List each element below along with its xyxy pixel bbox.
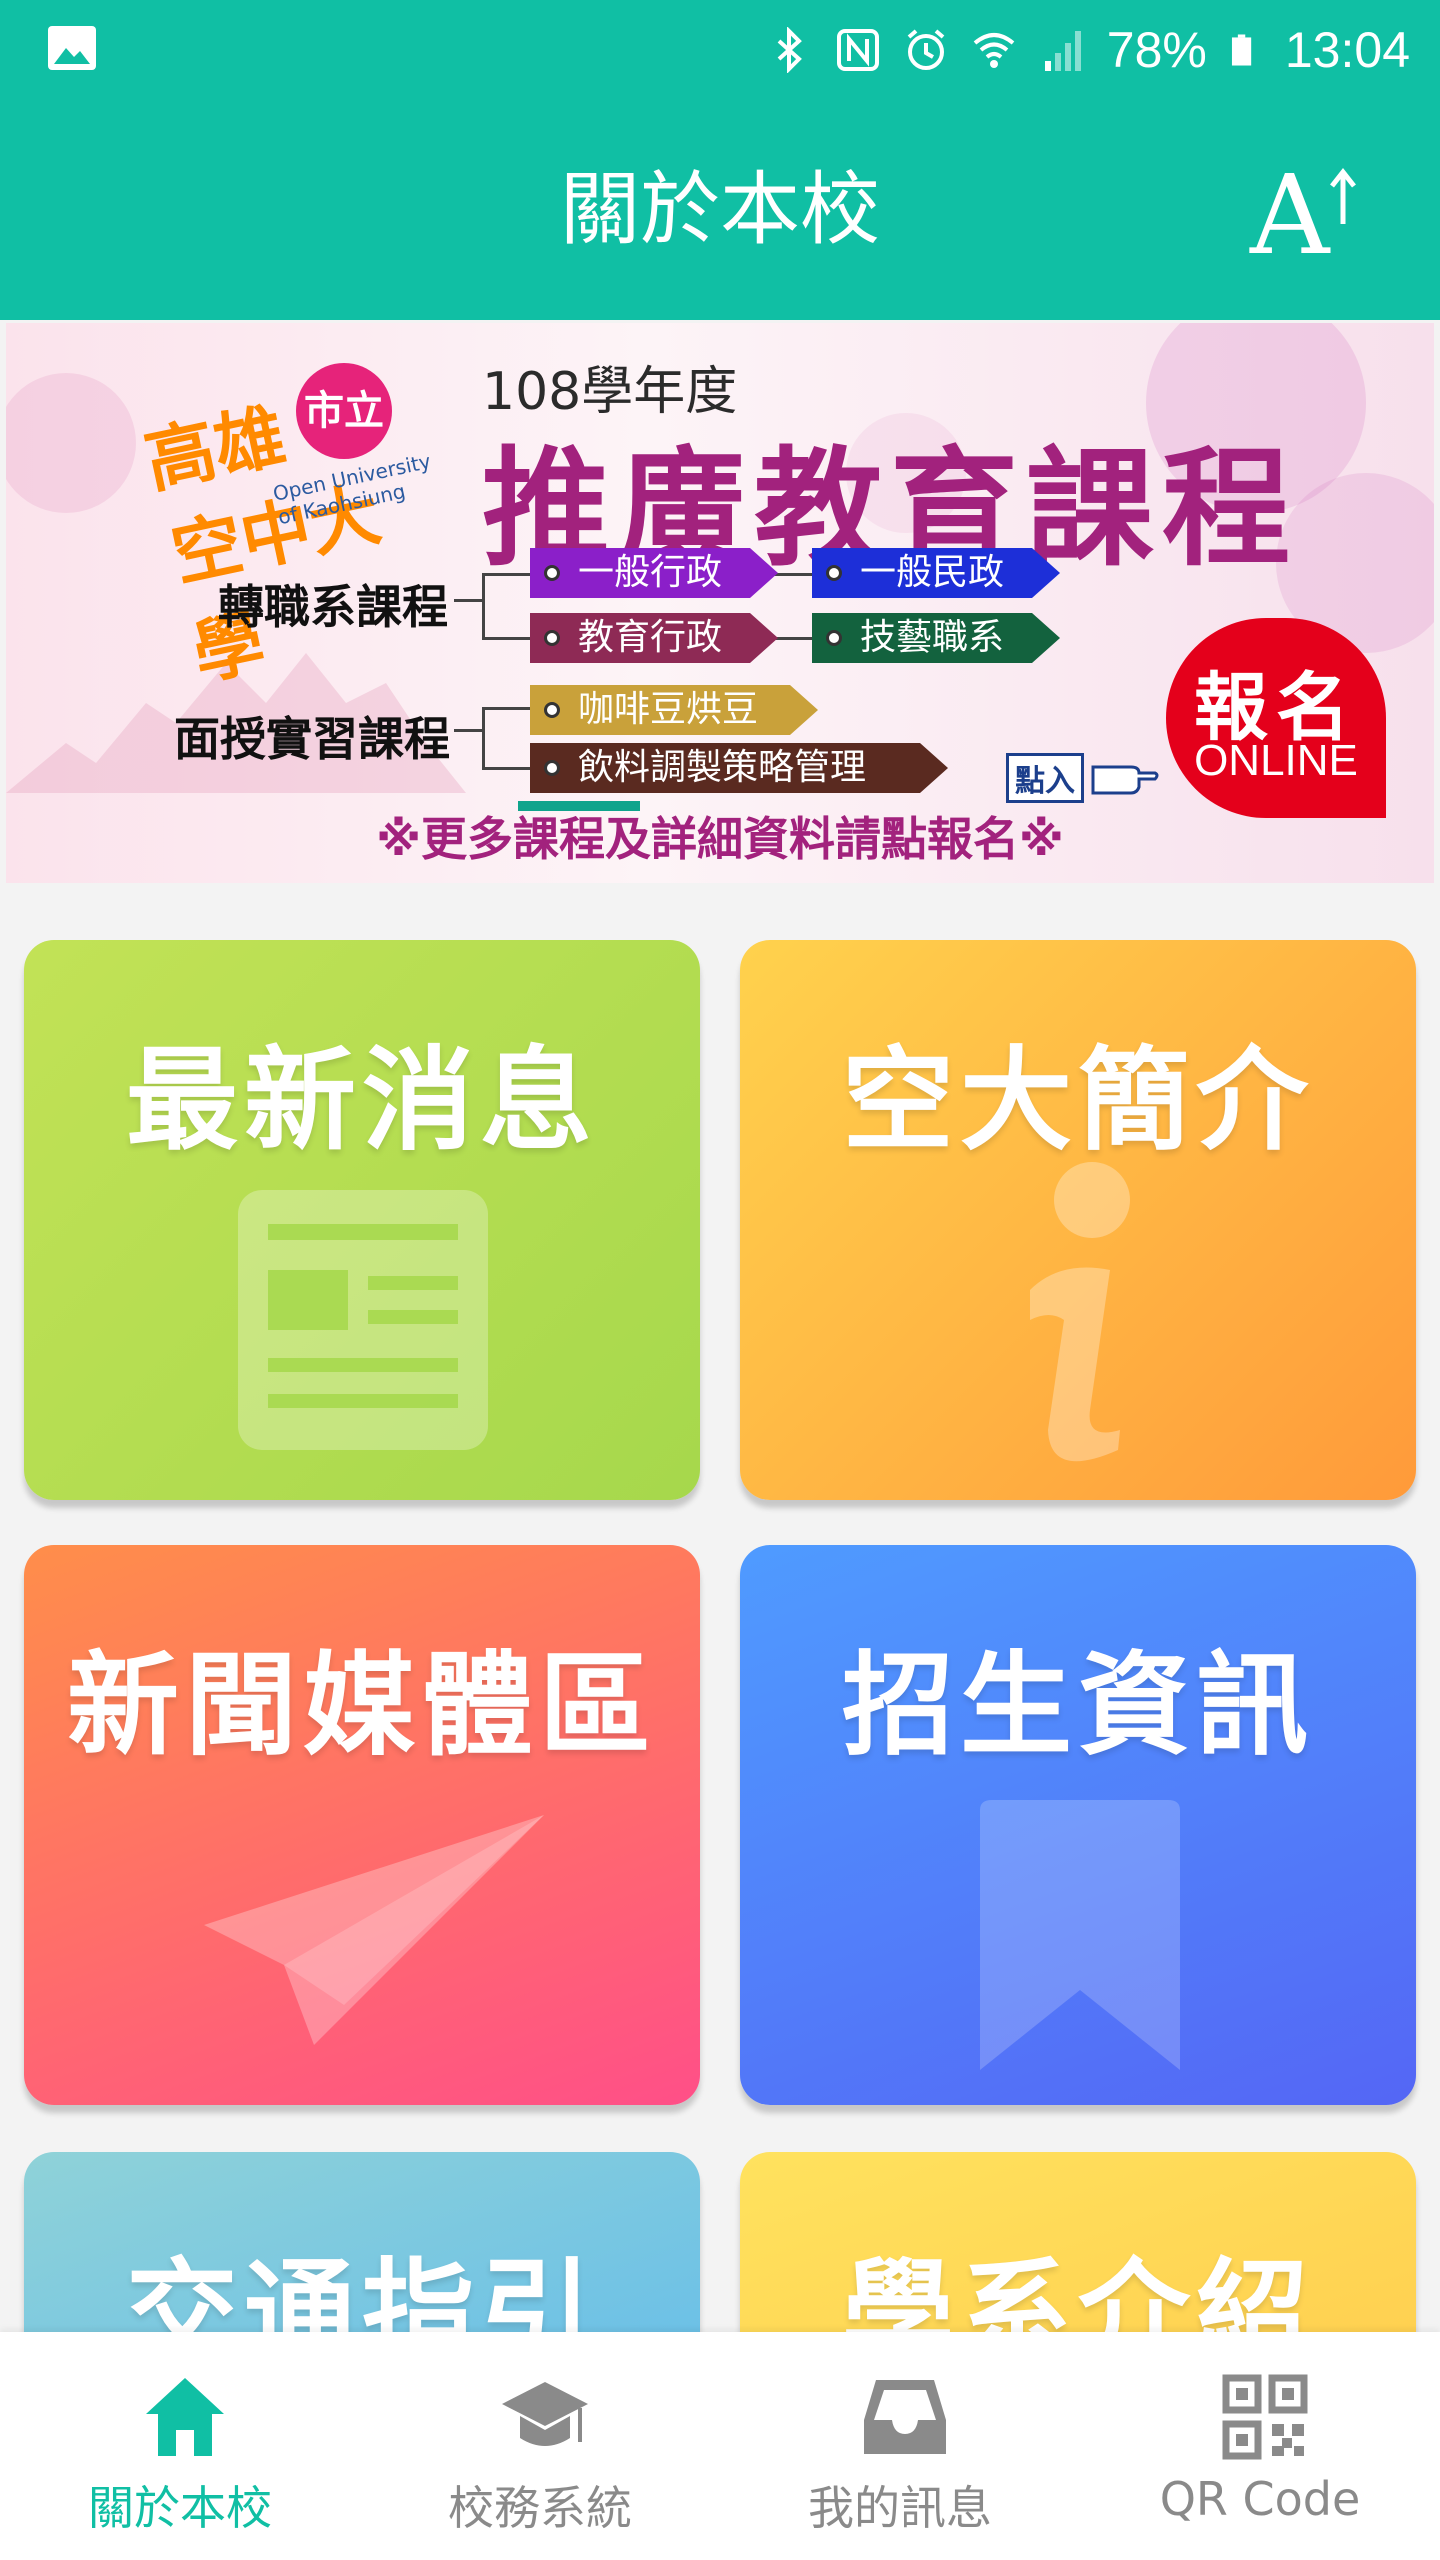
bluetooth-icon (777, 27, 802, 73)
newspaper-icon (238, 1190, 488, 1450)
font-size-button[interactable]: A (1250, 160, 1370, 270)
nav-my-messages[interactable]: 我的訊息 (720, 2332, 1080, 2560)
tile-admissions[interactable]: 招生資訊 (740, 1545, 1416, 2105)
battery-icon (1231, 34, 1252, 66)
page-title: 關於本校 (560, 163, 880, 256)
banner-tag: 技藝職系 (812, 613, 1060, 663)
app-bar: 關於本校 A (0, 100, 1440, 320)
gallery-notification-icon (48, 26, 96, 70)
battery-percent: 78% (1106, 22, 1207, 78)
clock: 13:04 (1284, 22, 1410, 78)
tile-label: 新聞媒體區 (67, 1641, 657, 1771)
tile-university-intro[interactable]: 空大簡介 (740, 940, 1416, 1500)
register-online-badge[interactable]: 報名 ONLINE (1166, 618, 1386, 818)
font-size-letter: A (1250, 151, 1330, 279)
paper-plane-icon (204, 1815, 544, 2045)
tile-latest-news[interactable]: 最新消息 (24, 940, 700, 1500)
banner-tag: 咖啡豆烘豆 (530, 685, 818, 735)
qr-code-icon (1222, 2374, 1308, 2460)
signal-icon (1044, 31, 1081, 71)
nav-label: QR Code (1159, 2472, 1361, 2526)
wifi-icon (973, 33, 1015, 68)
tile-label: 空大簡介 (842, 1036, 1314, 1166)
bookmark-icon (980, 1800, 1180, 2070)
nfc-icon (836, 29, 879, 71)
nav-school-system[interactable]: 校務系統 (360, 2332, 720, 2560)
nav-label: 校務系統 (448, 2481, 632, 2535)
arrow-up-icon (1330, 167, 1356, 224)
home-icon (146, 2378, 224, 2456)
banner-category-practice: 面授實習課程 (174, 712, 450, 766)
banner-tag: 教育行政 (530, 613, 778, 663)
tile-label: 招生資訊 (842, 1641, 1314, 1771)
university-logo: 高雄 空中大學 市立 Open University of Kaohsiung (136, 353, 436, 695)
pointing-hand-icon (1091, 765, 1159, 795)
bottom-navigation: 關於本校 校務系統 我的訊息 QR Code (0, 2332, 1440, 2560)
banner-category-career: 轉職系課程 (218, 580, 448, 634)
nav-about[interactable]: 關於本校 (0, 2332, 360, 2560)
graduation-cap-icon (502, 2382, 588, 2446)
info-icon (1030, 1162, 1130, 1462)
banner-tag: 飲料調製策略管理 (530, 743, 948, 793)
click-hint-label: 點入 (1006, 753, 1084, 803)
status-bar: 78% 13:04 (0, 0, 1440, 100)
tile-news-media[interactable]: 新聞媒體區 (24, 1545, 700, 2105)
alarm-icon (907, 29, 945, 70)
banner-footer-text: ※更多課程及詳細資料請點報名※ (376, 812, 1064, 866)
promo-banner[interactable]: 高雄 空中大學 市立 Open University of Kaohsiung … (6, 323, 1434, 883)
banner-tag: 一般民政 (812, 548, 1060, 598)
banner-tag: 一般行政 (530, 548, 778, 598)
nav-qr-code[interactable]: QR Code (1080, 2332, 1440, 2560)
tile-label: 最新消息 (126, 1036, 598, 1166)
nav-label: 我的訊息 (808, 2481, 992, 2535)
inbox-icon (864, 2380, 946, 2454)
nav-label: 關於本校 (88, 2481, 272, 2535)
